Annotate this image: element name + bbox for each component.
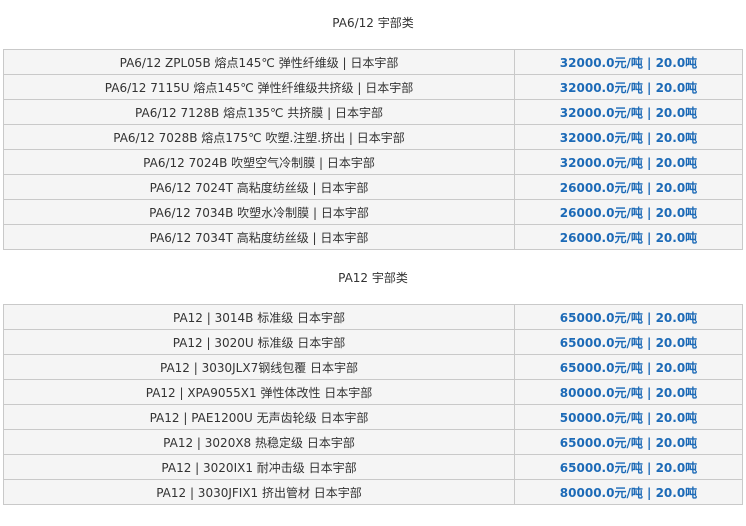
table-row[interactable]: PA6/12 ZPL05B 熔点145℃ 弹性纤维级 | 日本宇部 32000.0… <box>3 49 743 75</box>
section-title-pa12: PA12 宇部类 <box>338 271 408 285</box>
section-title-pa612: PA6/12 宇部类 <box>332 16 414 30</box>
product-price: 65000.0元/吨 | 20.0吨 <box>514 304 743 330</box>
table-row[interactable]: PA12 | PAE1200U 无声齿轮级 日本宇部 50000.0元/吨 | 2… <box>3 404 743 430</box>
product-name[interactable]: PA12 | 3030JLX7钢线包覆 日本宇部 <box>3 354 515 380</box>
product-price: 65000.0元/吨 | 20.0吨 <box>514 354 743 380</box>
table-row[interactable]: PA12 | 3020X8 热稳定级 日本宇部 65000.0元/吨 | 20.0… <box>3 429 743 455</box>
product-name[interactable]: PA12 | 3020U 标准级 日本宇部 <box>3 329 515 355</box>
product-name[interactable]: PA6/12 7028B 熔点175℃ 吹塑.注塑.挤出 | 日本宇部 <box>3 124 515 150</box>
product-price: 26000.0元/吨 | 20.0吨 <box>514 199 743 225</box>
product-name[interactable]: PA12 | PAE1200U 无声齿轮级 日本宇部 <box>3 404 515 430</box>
product-name[interactable]: PA12 | XPA9055X1 弹性体改性 日本宇部 <box>3 379 515 405</box>
table-row[interactable]: PA6/12 7024B 吹塑空气冷制膜 | 日本宇部 32000.0元/吨 | … <box>3 149 743 175</box>
product-name[interactable]: PA6/12 7024T 高粘度纺丝级 | 日本宇部 <box>3 174 515 200</box>
table-row[interactable]: PA12 | 3030JFIX1 挤出管材 日本宇部 80000.0元/吨 | 2… <box>3 479 743 505</box>
table-row[interactable]: PA12 | 3014B 标准级 日本宇部 65000.0元/吨 | 20.0吨 <box>3 304 743 330</box>
product-name[interactable]: PA6/12 7034B 吹塑水冷制膜 | 日本宇部 <box>3 199 515 225</box>
product-price: 65000.0元/吨 | 20.0吨 <box>514 429 743 455</box>
product-name[interactable]: PA6/12 7115U 熔点145℃ 弹性纤维级共挤级 | 日本宇部 <box>3 74 515 100</box>
product-price: 50000.0元/吨 | 20.0吨 <box>514 404 743 430</box>
product-price: 26000.0元/吨 | 20.0吨 <box>514 174 743 200</box>
product-price: 65000.0元/吨 | 20.0吨 <box>514 454 743 480</box>
table-row[interactable]: PA12 | XPA9055X1 弹性体改性 日本宇部 80000.0元/吨 | … <box>3 379 743 405</box>
price-table-pa12: PA12 | 3014B 标准级 日本宇部 65000.0元/吨 | 20.0吨 … <box>3 304 743 505</box>
product-price: 80000.0元/吨 | 20.0吨 <box>514 479 743 505</box>
table-row[interactable]: PA6/12 7024T 高粘度纺丝级 | 日本宇部 26000.0元/吨 | 2… <box>3 174 743 200</box>
product-price: 80000.0元/吨 | 20.0吨 <box>514 379 743 405</box>
table-row[interactable]: PA12 | 3020U 标准级 日本宇部 65000.0元/吨 | 20.0吨 <box>3 329 743 355</box>
table-row[interactable]: PA6/12 7028B 熔点175℃ 吹塑.注塑.挤出 | 日本宇部 32000… <box>3 124 743 150</box>
price-table-pa612: PA6/12 ZPL05B 熔点145℃ 弹性纤维级 | 日本宇部 32000.0… <box>3 49 743 250</box>
product-name[interactable]: PA12 | 3014B 标准级 日本宇部 <box>3 304 515 330</box>
product-price: 65000.0元/吨 | 20.0吨 <box>514 329 743 355</box>
product-price: 32000.0元/吨 | 20.0吨 <box>514 149 743 175</box>
product-name[interactable]: PA6/12 ZPL05B 熔点145℃ 弹性纤维级 | 日本宇部 <box>3 49 515 75</box>
table-row[interactable]: PA12 | 3030JLX7钢线包覆 日本宇部 65000.0元/吨 | 20.… <box>3 354 743 380</box>
table-row[interactable]: PA12 | 3020IX1 耐冲击级 日本宇部 65000.0元/吨 | 20.… <box>3 454 743 480</box>
table-row[interactable]: PA6/12 7034T 高粘度纺丝级 | 日本宇部 26000.0元/吨 | 2… <box>3 224 743 250</box>
product-name[interactable]: PA6/12 7128B 熔点135℃ 共挤膜 | 日本宇部 <box>3 99 515 125</box>
product-name[interactable]: PA6/12 7024B 吹塑空气冷制膜 | 日本宇部 <box>3 149 515 175</box>
product-price: 26000.0元/吨 | 20.0吨 <box>514 224 743 250</box>
product-name[interactable]: PA6/12 7034T 高粘度纺丝级 | 日本宇部 <box>3 224 515 250</box>
product-price: 32000.0元/吨 | 20.0吨 <box>514 99 743 125</box>
table-row[interactable]: PA6/12 7115U 熔点145℃ 弹性纤维级共挤级 | 日本宇部 32000… <box>3 74 743 100</box>
product-price: 32000.0元/吨 | 20.0吨 <box>514 124 743 150</box>
table-row[interactable]: PA6/12 7034B 吹塑水冷制膜 | 日本宇部 26000.0元/吨 | 2… <box>3 199 743 225</box>
product-name[interactable]: PA12 | 3030JFIX1 挤出管材 日本宇部 <box>3 479 515 505</box>
product-price: 32000.0元/吨 | 20.0吨 <box>514 49 743 75</box>
product-price: 32000.0元/吨 | 20.0吨 <box>514 74 743 100</box>
table-row[interactable]: PA6/12 7128B 熔点135℃ 共挤膜 | 日本宇部 32000.0元/吨… <box>3 99 743 125</box>
product-name[interactable]: PA12 | 3020X8 热稳定级 日本宇部 <box>3 429 515 455</box>
product-name[interactable]: PA12 | 3020IX1 耐冲击级 日本宇部 <box>3 454 515 480</box>
